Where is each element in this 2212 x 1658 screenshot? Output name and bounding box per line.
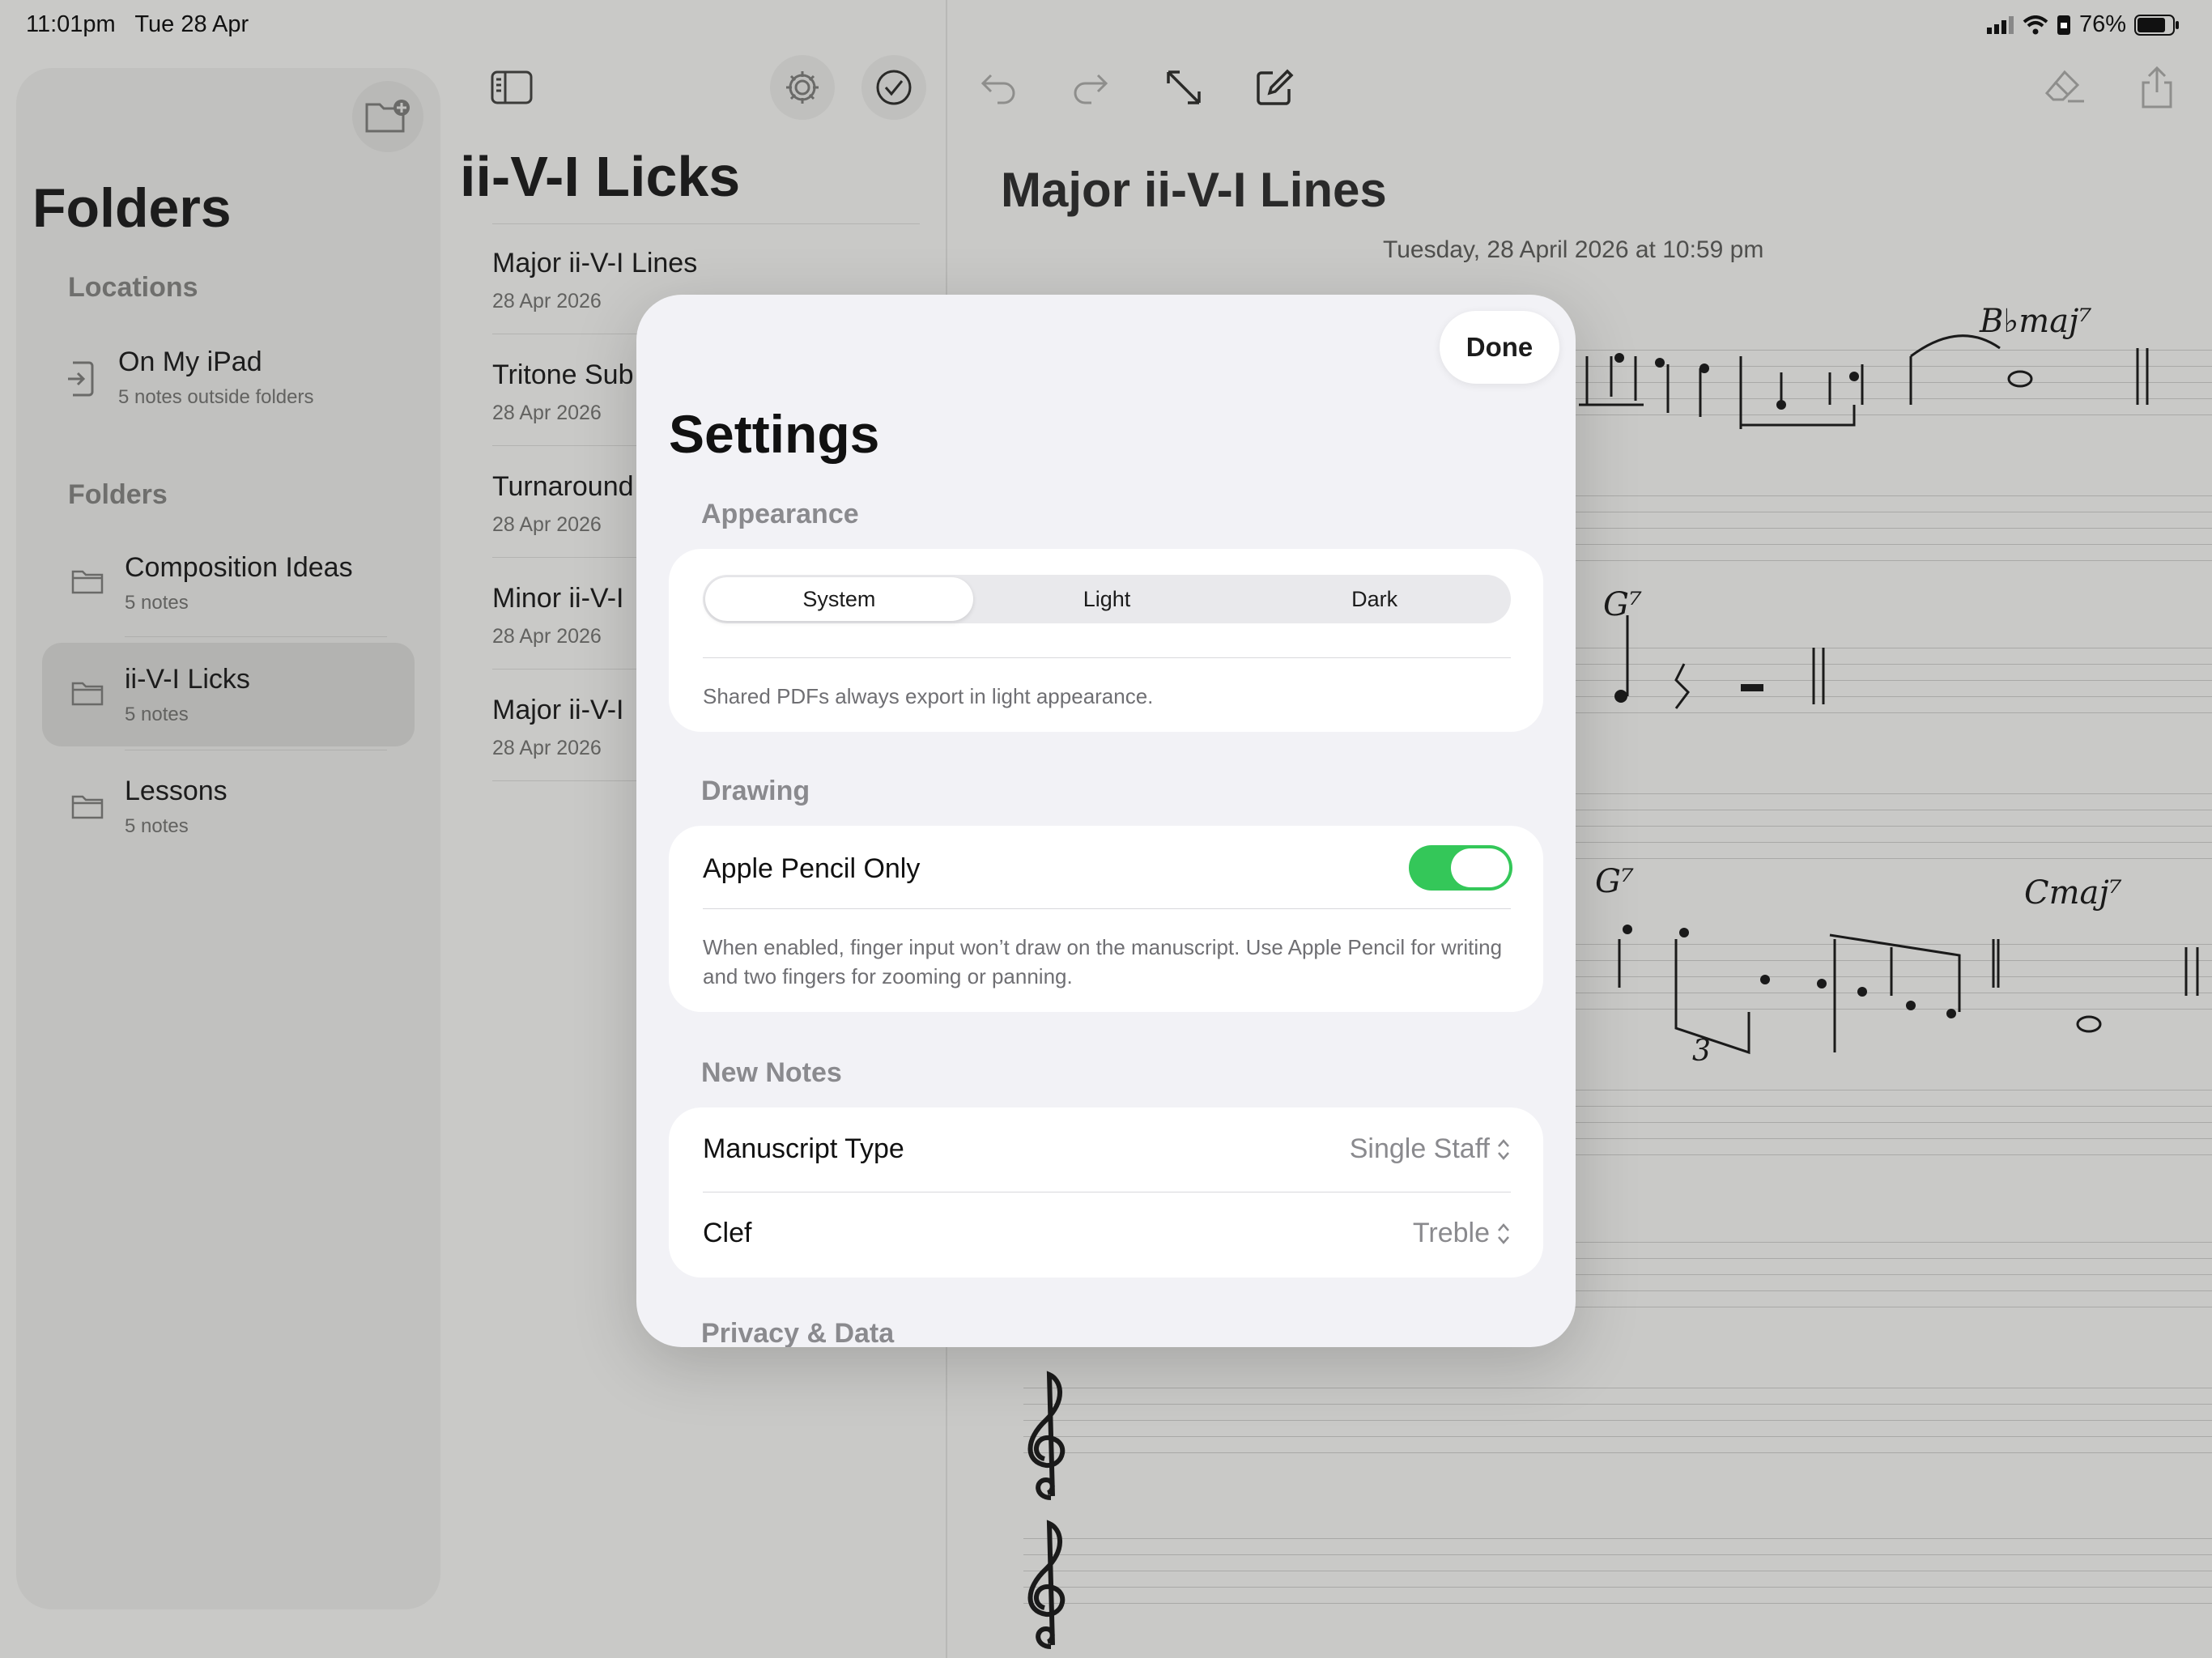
- folder-count: 5 notes: [125, 704, 189, 725]
- note-list-title: ii-V-I Licks: [460, 145, 741, 208]
- locations-header: Locations: [68, 272, 198, 303]
- toggle-sidebar-button[interactable]: [483, 58, 541, 117]
- lock-rotation-icon: [2057, 15, 2070, 35]
- note-title: Major ii-V-I Lines: [492, 248, 698, 278]
- triplet-label: 3: [1692, 1035, 1711, 1068]
- undo-icon: [981, 74, 1015, 104]
- appearance-header: Appearance: [701, 499, 859, 529]
- settings-title: Settings: [669, 404, 880, 464]
- divider: [492, 223, 920, 224]
- settings-button[interactable]: [770, 55, 835, 120]
- location-title: On My iPad: [118, 346, 262, 377]
- appearance-card: System Light Dark Shared PDFs always exp…: [669, 549, 1543, 732]
- redo-icon: [1074, 74, 1108, 104]
- chord-label: G⁷: [1603, 586, 1642, 623]
- gear-icon: [786, 71, 819, 104]
- chord-label: Cmaj⁷: [2024, 874, 2122, 912]
- compose-icon: [1257, 69, 1294, 105]
- note-title: Minor ii-V-I: [492, 583, 624, 614]
- clef-value: Treble: [1412, 1218, 1490, 1248]
- redo-button[interactable]: [1061, 58, 1119, 117]
- document-date: Tuesday, 28 April 2026 at 10:59 pm: [1383, 236, 1764, 263]
- status-indicators: 76%: [1986, 11, 2180, 38]
- note-date: 28 Apr 2026: [492, 402, 602, 424]
- appearance-segmented-control[interactable]: System Light Dark: [703, 575, 1511, 623]
- folder-title: Composition Ideas: [125, 552, 353, 583]
- folder-title: ii-V-I Licks: [125, 664, 250, 695]
- appearance-option-light[interactable]: Light: [973, 577, 1241, 621]
- divider: [125, 636, 387, 637]
- note-title: Turnaround: [492, 471, 634, 502]
- undo-button[interactable]: [970, 58, 1028, 117]
- folders-header: Folders: [68, 479, 168, 510]
- appearance-footnote: Shared PDFs always export in light appea…: [703, 684, 1154, 708]
- status-time: 11:01pm Tue 28 Apr: [26, 11, 249, 38]
- settings-sheet: Done Settings Appearance System Light Da…: [636, 295, 1576, 1347]
- new-notes-card: Manuscript Type Single Staff Clef Treble: [669, 1107, 1543, 1278]
- manuscript-type-label: Manuscript Type: [703, 1133, 904, 1164]
- divider: [703, 657, 1511, 658]
- share-button[interactable]: [2128, 58, 2186, 117]
- new-folder-button[interactable]: [352, 81, 423, 152]
- appearance-option-dark[interactable]: Dark: [1240, 577, 1508, 621]
- note-date: 28 Apr 2026: [492, 290, 602, 312]
- sidebar-toggle-icon: [491, 70, 533, 104]
- handwritten-phrase-2: G⁷: [1603, 586, 1825, 709]
- document-title: Major ii-V-I Lines: [1001, 163, 1387, 217]
- pencil-only-toggle[interactable]: [1409, 845, 1512, 891]
- done-button[interactable]: Done: [1440, 311, 1559, 384]
- note-date: 28 Apr 2026: [492, 737, 602, 759]
- wifi-icon: [2023, 15, 2048, 34]
- share-icon: [2142, 66, 2172, 108]
- new-notes-header: New Notes: [701, 1057, 842, 1088]
- note-title: Tritone Sub: [492, 359, 634, 390]
- checkmark-circle-icon: [876, 70, 912, 105]
- sidebar-title: Folders: [32, 177, 232, 239]
- status-date: Tue 28 Apr: [134, 11, 249, 37]
- chord-label: B♭maj⁷: [1979, 303, 2091, 340]
- select-button[interactable]: [861, 55, 926, 120]
- expand-icon: [1167, 70, 1201, 104]
- status-clock: 11:01pm: [26, 11, 116, 37]
- clef-label: Clef: [703, 1218, 752, 1248]
- battery-percent: 76%: [2078, 11, 2126, 37]
- cellular-icon: [1986, 15, 2014, 34]
- eraser-button[interactable]: [2035, 58, 2094, 117]
- drawing-card: Apple Pencil Only When enabled, finger i…: [669, 826, 1543, 1012]
- treble-clef-icon: [1027, 1520, 1066, 1649]
- note-title: Major ii-V-I: [492, 695, 624, 725]
- treble-clef-icon: [1027, 1371, 1066, 1500]
- chevron-up-down-icon: [1498, 1222, 1509, 1244]
- chord-label: G⁷: [1595, 863, 1634, 900]
- manuscript-type-value: Single Staff: [1349, 1133, 1490, 1164]
- handwritten-phrase-3: G⁷ Cmaj⁷ 3: [1595, 863, 2199, 1068]
- appearance-option-system[interactable]: System: [705, 577, 973, 621]
- privacy-data-header: Privacy & Data: [701, 1318, 895, 1347]
- new-folder-icon: [365, 100, 410, 133]
- drawing-header: Drawing: [701, 776, 810, 806]
- ipad-location-icon: [68, 361, 94, 397]
- manuscript-type-picker[interactable]: Single Staff: [1350, 1133, 1511, 1165]
- folder-icon: [71, 570, 104, 594]
- chevron-up-down-icon: [1498, 1138, 1509, 1160]
- eraser-icon: [2044, 70, 2084, 103]
- pencil-only-label: Apple Pencil Only: [703, 853, 921, 884]
- handwritten-phrase-1: B♭maj⁷: [1579, 303, 2149, 429]
- compose-button[interactable]: [1245, 58, 1304, 117]
- divider: [703, 908, 1511, 909]
- clef-picker[interactable]: Treble: [1413, 1218, 1511, 1249]
- note-date: 28 Apr 2026: [492, 513, 602, 536]
- folder-icon: [71, 682, 104, 706]
- location-subtitle: 5 notes outside folders: [118, 386, 314, 408]
- expand-button[interactable]: [1155, 58, 1213, 117]
- drawing-footnote: When enabled, finger input won’t draw on…: [703, 935, 1503, 988]
- folder-title: Lessons: [125, 776, 228, 806]
- note-date: 28 Apr 2026: [492, 625, 602, 648]
- toggle-knob: [1451, 848, 1509, 887]
- folder-count: 5 notes: [125, 592, 189, 614]
- battery-icon: [2134, 14, 2179, 36]
- folder-count: 5 notes: [125, 815, 189, 837]
- folder-icon: [71, 795, 104, 819]
